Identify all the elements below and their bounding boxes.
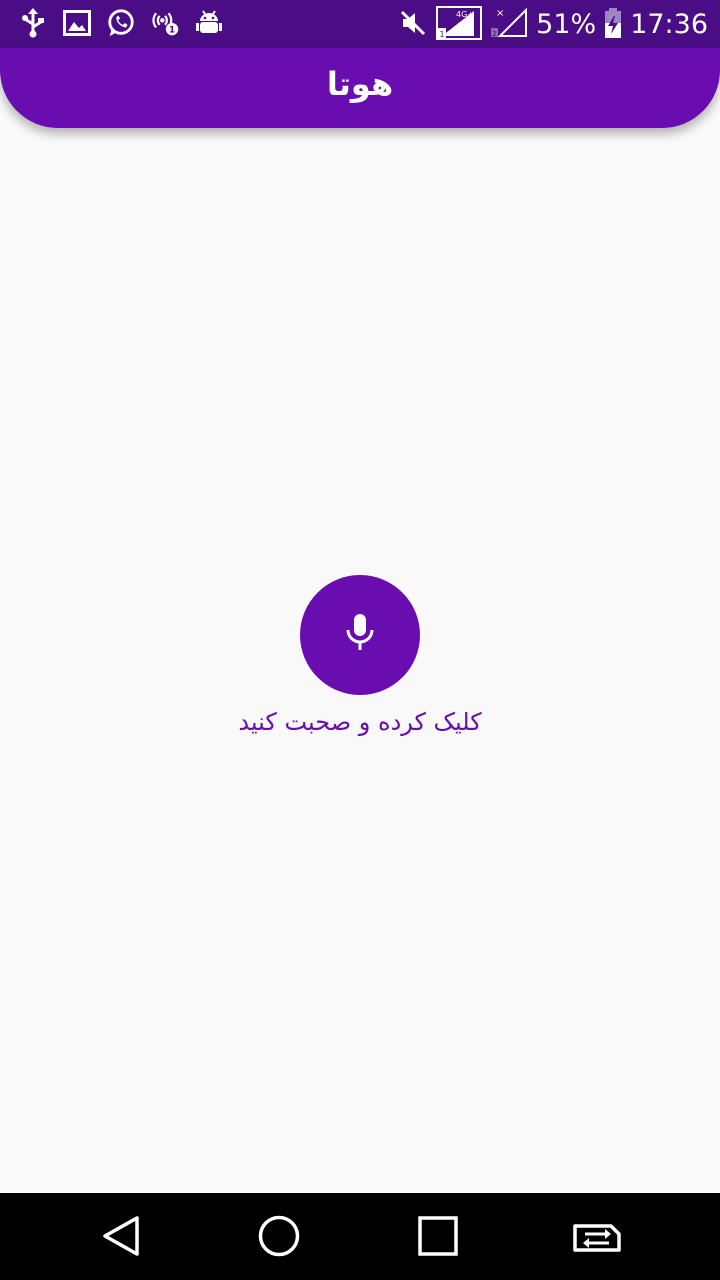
svg-text:4G+: 4G+ — [456, 10, 474, 19]
image-icon — [62, 8, 92, 38]
microphone-icon — [344, 612, 376, 658]
sim-switch-button[interactable] — [570, 1211, 624, 1265]
battery-percent: 51% — [536, 9, 597, 40]
back-button[interactable] — [94, 1211, 148, 1265]
recents-button[interactable] — [411, 1211, 465, 1265]
battery-charging-icon — [604, 7, 622, 43]
recents-icon — [417, 1215, 459, 1261]
svg-text:1: 1 — [440, 30, 445, 39]
hotspot-icon: 1 — [150, 8, 180, 38]
notification-icons: 1 — [18, 8, 224, 38]
home-button[interactable] — [252, 1211, 306, 1265]
tap-to-speak-hint: کلیک کرده و صحبت کنید — [238, 708, 482, 736]
app-bar: هوتا — [0, 48, 720, 128]
signal-sim2-icon: × 2 — [490, 6, 528, 44]
usb-icon — [18, 8, 48, 38]
signal-sim1-icon: 4G+ 1 — [436, 6, 483, 44]
svg-text:×: × — [496, 8, 504, 19]
mute-icon — [398, 8, 428, 42]
clock: 17:36 — [630, 9, 708, 40]
home-icon — [257, 1214, 301, 1262]
android-debug-icon — [194, 8, 224, 38]
app-title: هوتا — [326, 65, 394, 103]
navigation-bar — [0, 1193, 720, 1280]
microphone-button[interactable] — [300, 575, 420, 695]
sim-switch-icon — [571, 1218, 623, 1258]
back-icon — [101, 1215, 141, 1261]
svg-text:2: 2 — [492, 30, 496, 38]
status-bar: 1 4G+ 1 × 2 51% 17:36 — [0, 0, 720, 48]
whatsapp-icon — [106, 8, 136, 38]
svg-text:1: 1 — [169, 26, 175, 36]
system-indicators: 4G+ 1 × 2 51% 17:36 — [398, 6, 708, 44]
